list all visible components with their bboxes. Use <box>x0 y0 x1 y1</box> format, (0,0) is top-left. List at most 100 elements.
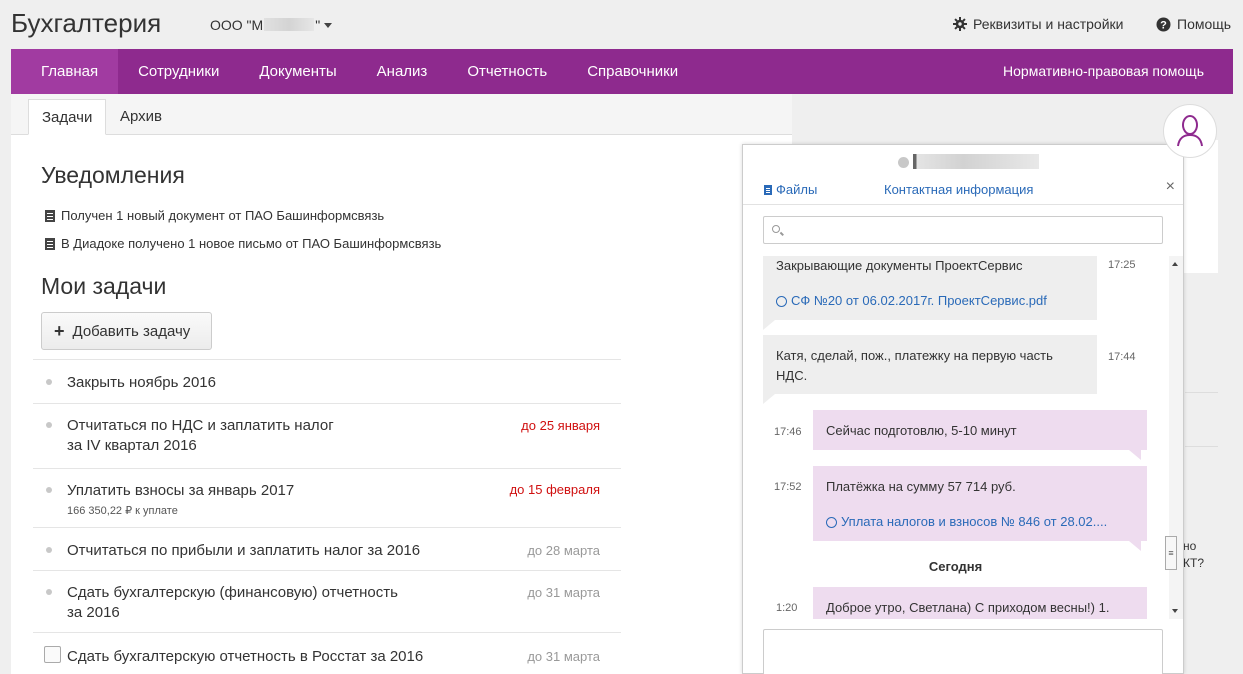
message-text: Доброе утро, Светлана) С приходом весны!… <box>826 600 1110 615</box>
task-row[interactable]: Закрыть ноябрь 2016 <box>33 359 621 403</box>
nav-item-directories[interactable]: Справочники <box>567 49 698 94</box>
org-name-redacted <box>264 18 315 31</box>
message-time: 17:44 <box>1108 351 1136 363</box>
app-title[interactable]: Бухгалтерия <box>11 8 161 39</box>
org-name-prefix: ООО "М <box>210 17 264 33</box>
contact-name-redacted <box>913 154 1039 169</box>
add-task-button[interactable]: + Добавить задачу <box>41 312 212 350</box>
message-incoming: Закрывающие документы ПроектСервис СФ №2… <box>763 256 1097 320</box>
task-due-date: до 31 марта <box>527 585 600 600</box>
message-time: 17:25 <box>1108 259 1136 271</box>
chat-search-input[interactable] <box>763 216 1163 244</box>
nav-item-analysis[interactable]: Анализ <box>357 49 448 94</box>
nav-item-legal-help[interactable]: Нормативно-правовая помощь <box>1003 49 1204 94</box>
bubble-tail <box>763 394 775 404</box>
task-due-date: до 31 марта <box>527 649 600 664</box>
nav-item-employees[interactable]: Сотрудники <box>118 49 239 94</box>
task-title-line2[interactable]: за 2016 <box>67 603 120 623</box>
attachment-name: СФ №20 от 06.02.2017г. ПроектСервис.pdf <box>791 293 1047 308</box>
chat-avatar-button[interactable] <box>1163 104 1217 158</box>
task-checkbox[interactable] <box>44 646 61 663</box>
task-title-line2[interactable]: за IV квартал 2016 <box>67 436 197 456</box>
message-text: Катя, сделай, пож., платежку на первую ч… <box>776 348 1053 363</box>
message-time: 17:46 <box>774 426 802 438</box>
task-row[interactable]: Уплатить взносы за январь 2017 166 350,2… <box>33 468 621 527</box>
task-bullet <box>46 547 52 553</box>
message-incoming: Катя, сделай, пож., платежку на первую ч… <box>763 335 1097 394</box>
bubble-tail <box>763 320 775 330</box>
message-scrollbar[interactable]: ≡ <box>1165 256 1183 619</box>
notification-item[interactable]: В Диадоке получено 1 новое письмо от ПАО… <box>45 236 441 251</box>
nav-item-documents[interactable]: Документы <box>239 49 356 94</box>
main-panel: Задачи Архив Уведомления Получен 1 новый… <box>11 94 792 674</box>
scroll-down-icon[interactable] <box>1172 609 1178 613</box>
task-row[interactable]: Отчитаться по прибыли и заплатить налог … <box>33 527 621 570</box>
message-list[interactable]: Закрывающие документы ПроектСервис СФ №2… <box>743 256 1168 619</box>
plus-icon: + <box>54 321 65 341</box>
task-title[interactable]: Отчитаться по НДС и заплатить налог <box>67 416 334 436</box>
org-selector[interactable]: ООО "М " <box>210 17 333 33</box>
task-bullet <box>46 487 52 493</box>
scroll-thumb[interactable]: ≡ <box>1165 536 1177 570</box>
nav-item-reports[interactable]: Отчетность <box>447 49 567 94</box>
task-title[interactable]: Отчитаться по прибыли и заплатить налог … <box>67 541 420 561</box>
task-bullet <box>46 379 52 385</box>
scroll-up-icon[interactable] <box>1172 262 1178 266</box>
tab-tasks[interactable]: Задачи <box>28 99 107 135</box>
message-text: Закрывающие документы ПроектСервис <box>776 258 1023 273</box>
task-row[interactable]: Сдать бухгалтерскую (финансовую) отчетно… <box>33 570 621 632</box>
side-text: но <box>1183 539 1197 553</box>
notifications-title: Уведомления <box>41 162 185 188</box>
side-text: КТ? <box>1183 556 1204 570</box>
close-icon[interactable]: × <box>1166 178 1175 196</box>
task-title[interactable]: Уплатить взносы за январь 2017 <box>67 481 294 501</box>
message-time: 17:52 <box>774 481 802 493</box>
task-title[interactable]: Закрыть ноябрь 2016 <box>67 373 216 393</box>
org-name-suffix: " <box>315 17 321 33</box>
message-text: Сейчас подготовлю, 5-10 минут <box>826 423 1017 438</box>
message-outgoing: Доброе утро, Светлана) С приходом весны!… <box>813 587 1147 619</box>
main-nav: Главная Сотрудники Документы Анализ Отче… <box>11 49 1233 94</box>
nav-item-home[interactable]: Главная <box>11 49 119 94</box>
divider <box>1185 392 1218 393</box>
file-icon <box>764 184 772 195</box>
tab-archive[interactable]: Архив <box>107 99 175 135</box>
document-icon <box>45 237 55 250</box>
bubble-tail <box>1129 450 1141 460</box>
paperclip-icon <box>823 514 840 530</box>
attachment-name: Уплата налогов и взносов № 846 от 28.02.… <box>841 514 1108 529</box>
message-text: Платёжка на сумму 57 714 руб. <box>826 479 1016 494</box>
task-title[interactable]: Сдать бухгалтерскую отчетность в Росстат… <box>67 647 423 667</box>
bubble-tail <box>1129 541 1141 551</box>
settings-label: Реквизиты и настройки <box>973 16 1124 32</box>
files-label: Файлы <box>776 182 818 197</box>
task-bullet <box>46 422 52 428</box>
attachment-link[interactable]: СФ №20 от 06.02.2017г. ПроектСервис.pdf <box>773 291 1047 311</box>
message-text-line2: НДС. <box>776 368 808 383</box>
day-separator: Сегодня <box>928 559 983 574</box>
contact-info-link[interactable]: Контактная информация <box>884 182 1033 197</box>
tab-bar: Задачи Архив <box>11 94 792 135</box>
chevron-down-icon <box>324 23 333 28</box>
search-icon <box>772 225 780 233</box>
help-link[interactable]: ? Помощь <box>1156 16 1231 32</box>
divider <box>1185 446 1218 447</box>
message-outgoing: Платёжка на сумму 57 714 руб. Уплата нал… <box>813 466 1147 541</box>
files-link[interactable]: Файлы <box>764 182 817 197</box>
task-amount: 166 350,22 ₽ к уплате <box>67 505 178 517</box>
task-row[interactable]: Отчитаться по НДС и заплатить налог за I… <box>33 403 621 468</box>
message-input[interactable] <box>763 629 1163 674</box>
task-bullet <box>46 589 52 595</box>
my-tasks-title: Мои задачи <box>41 273 167 299</box>
task-title[interactable]: Сдать бухгалтерскую (финансовую) отчетно… <box>67 583 398 603</box>
document-icon <box>45 209 55 222</box>
notification-item[interactable]: Получен 1 новый документ от ПАО Башинфор… <box>45 208 384 223</box>
settings-link[interactable]: Реквизиты и настройки <box>953 16 1123 32</box>
presence-indicator <box>898 157 909 168</box>
side-card <box>1180 140 1218 273</box>
notification-text: В Диадоке получено 1 новое письмо от ПАО… <box>61 236 442 251</box>
task-due-date: до 28 марта <box>527 543 600 558</box>
notification-text: Получен 1 новый документ от ПАО Башинфор… <box>61 208 385 223</box>
attachment-link[interactable]: Уплата налогов и взносов № 846 от 28.02.… <box>823 512 1108 532</box>
task-row[interactable]: Сдать бухгалтерскую отчетность в Росстат… <box>33 632 621 674</box>
